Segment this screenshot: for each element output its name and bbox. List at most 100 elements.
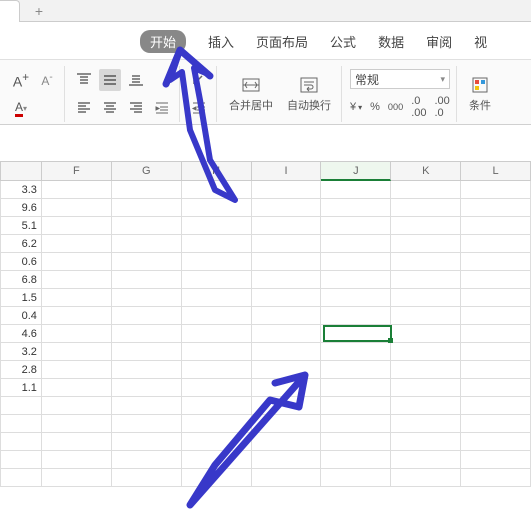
cell[interactable] (321, 199, 391, 217)
cell[interactable] (112, 361, 182, 379)
spreadsheet-area[interactable]: FGHIJKL 3.39.65.16.20.66.81.50.44.63.22.… (0, 161, 531, 487)
tab-home[interactable]: 开始 (140, 30, 186, 53)
cell[interactable] (42, 199, 112, 217)
cell[interactable] (42, 307, 112, 325)
table-row[interactable]: 2.8 (0, 361, 531, 379)
percent-button[interactable]: % (370, 101, 380, 113)
cell[interactable] (461, 451, 531, 469)
cell[interactable] (321, 307, 391, 325)
cell[interactable]: 0.4 (0, 307, 42, 325)
cell[interactable] (182, 343, 252, 361)
cell[interactable]: 5.1 (0, 217, 42, 235)
cell[interactable] (461, 343, 531, 361)
cell[interactable]: 1.1 (0, 379, 42, 397)
cell[interactable] (252, 181, 322, 199)
column-header[interactable]: L (461, 161, 531, 181)
indent-decrease-icon[interactable] (188, 97, 210, 119)
increase-font-button[interactable]: A+ (10, 69, 32, 91)
cell[interactable] (252, 397, 322, 415)
cell[interactable] (321, 325, 391, 343)
cell[interactable] (321, 415, 391, 433)
cell[interactable] (461, 397, 531, 415)
cell[interactable] (112, 289, 182, 307)
decrease-decimal-button[interactable]: .00.0 (435, 95, 450, 119)
cell[interactable] (42, 451, 112, 469)
cell[interactable] (252, 451, 322, 469)
cell[interactable] (391, 469, 461, 487)
document-tab[interactable] (0, 0, 20, 22)
cell[interactable] (42, 379, 112, 397)
table-row[interactable]: 6.8 (0, 271, 531, 289)
cell[interactable] (42, 343, 112, 361)
cell[interactable] (112, 415, 182, 433)
cell[interactable] (112, 343, 182, 361)
cell[interactable] (182, 181, 252, 199)
column-header[interactable]: J (321, 161, 391, 181)
cell[interactable] (182, 397, 252, 415)
cell[interactable] (112, 397, 182, 415)
cell[interactable] (42, 469, 112, 487)
comma-button[interactable]: 000 (388, 102, 403, 112)
cell[interactable] (182, 451, 252, 469)
column-header[interactable]: F (42, 161, 112, 181)
decrease-font-button[interactable]: A- (36, 69, 58, 91)
align-center-icon[interactable] (99, 97, 121, 119)
cell[interactable] (461, 433, 531, 451)
align-right-icon[interactable] (125, 97, 147, 119)
cell[interactable] (182, 433, 252, 451)
cell[interactable] (42, 253, 112, 271)
new-tab-button[interactable]: + (30, 2, 48, 20)
cell[interactable] (182, 217, 252, 235)
cell[interactable]: 0.6 (0, 253, 42, 271)
cell[interactable] (42, 433, 112, 451)
cell[interactable] (112, 181, 182, 199)
cell[interactable] (182, 289, 252, 307)
cell[interactable] (321, 181, 391, 199)
orientation-icon[interactable] (188, 69, 210, 91)
cell[interactable] (321, 235, 391, 253)
cell[interactable] (391, 217, 461, 235)
cell[interactable] (321, 289, 391, 307)
align-top-icon[interactable] (73, 69, 95, 91)
cell[interactable] (112, 217, 182, 235)
cell[interactable] (391, 343, 461, 361)
cell[interactable] (321, 361, 391, 379)
table-row[interactable]: 4.6 (0, 325, 531, 343)
cell[interactable] (182, 469, 252, 487)
cell[interactable] (252, 361, 322, 379)
tab-page-layout[interactable]: 页面布局 (256, 32, 308, 51)
cell[interactable] (42, 289, 112, 307)
column-header[interactable]: K (391, 161, 461, 181)
cell[interactable] (252, 217, 322, 235)
column-header[interactable] (0, 161, 42, 181)
column-header[interactable]: H (182, 161, 252, 181)
table-row[interactable] (0, 397, 531, 415)
cell[interactable]: 1.5 (0, 289, 42, 307)
cell[interactable] (42, 235, 112, 253)
cell[interactable] (112, 451, 182, 469)
table-row[interactable]: 3.2 (0, 343, 531, 361)
cell[interactable] (391, 289, 461, 307)
tab-insert[interactable]: 插入 (208, 32, 234, 51)
column-header[interactable]: I (252, 161, 322, 181)
cell[interactable] (321, 217, 391, 235)
cell[interactable] (391, 253, 461, 271)
cell[interactable] (112, 307, 182, 325)
cell[interactable] (252, 379, 322, 397)
cell[interactable] (391, 361, 461, 379)
cell[interactable]: 6.2 (0, 235, 42, 253)
align-left-icon[interactable] (73, 97, 95, 119)
cell[interactable] (182, 253, 252, 271)
cell[interactable]: 6.8 (0, 271, 42, 289)
cell[interactable] (42, 271, 112, 289)
cell[interactable] (391, 199, 461, 217)
cell[interactable] (321, 379, 391, 397)
cell[interactable] (0, 433, 42, 451)
cell[interactable] (391, 415, 461, 433)
cell[interactable] (112, 235, 182, 253)
table-row[interactable] (0, 451, 531, 469)
cell[interactable] (461, 253, 531, 271)
tab-view[interactable]: 视 (474, 32, 487, 51)
cell[interactable] (391, 397, 461, 415)
cell[interactable] (182, 361, 252, 379)
